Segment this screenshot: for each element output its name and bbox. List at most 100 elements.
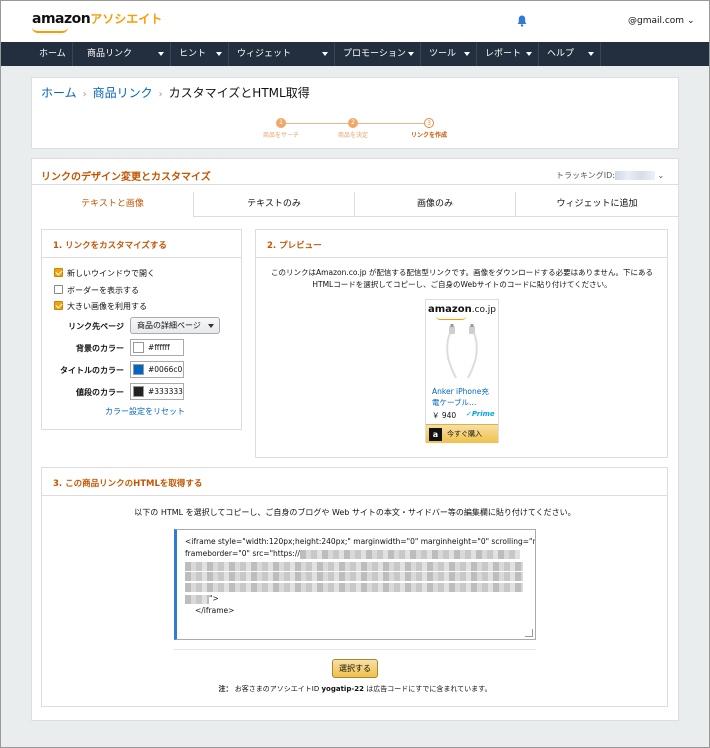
- code-line: frameborder="0" src="https://: [185, 548, 527, 560]
- chevron-right-icon: ›: [82, 89, 87, 100]
- prime-badge-icon: ✓Prime: [466, 410, 495, 418]
- product-cable-image[interactable]: [432, 324, 492, 382]
- step-3-label: リンクを作成: [410, 132, 447, 139]
- nav-item-home[interactable]: ホーム: [31, 42, 73, 66]
- nav-item-label: プロモーション: [343, 49, 406, 59]
- tab-text-only[interactable]: テキストのみ: [194, 192, 355, 217]
- code-line-text: ">: [209, 594, 219, 603]
- bg-color-field[interactable]: #ffffff: [130, 339, 184, 356]
- caret-down-icon: [216, 52, 222, 56]
- nav-item-reports[interactable]: レポート: [477, 42, 539, 66]
- step-2-label: 商品を決定: [337, 132, 368, 139]
- amazon-associates-logo[interactable]: amazonアソシエイト: [32, 10, 163, 33]
- show-border-checkbox[interactable]: [54, 285, 63, 294]
- bg-color-swatch[interactable]: [133, 342, 144, 353]
- associate-id-note: 注： お客さまのアソシエイトID yogatip-22 は広告コードにすでに含ま…: [41, 684, 669, 694]
- chevron-down-icon: ⌄: [654, 171, 665, 180]
- link-destination-select[interactable]: 商品の詳細ページ: [130, 317, 220, 334]
- main-nav: ホーム 商品リンク ヒント ウィジェット プロモーション ツール レポート ヘル…: [1, 42, 709, 66]
- bg-color-label: 背景のカラー: [76, 344, 124, 353]
- title-color-label: タイトルのカラー: [60, 366, 124, 375]
- code-redacted: [185, 561, 523, 571]
- card-price: ￥ 940: [432, 411, 457, 420]
- select-code-button[interactable]: 選択する: [332, 659, 378, 678]
- note-text: お客さまのアソシエイトID: [234, 685, 320, 693]
- card-logo-smile-icon: [436, 316, 466, 320]
- nav-item-label: 商品リンク: [87, 49, 133, 59]
- tab-add-to-widget[interactable]: ウィジェットに追加: [516, 192, 678, 217]
- tracking-id-label: トラッキングID:: [556, 171, 615, 180]
- card-logo-domain: .co.jp: [471, 305, 496, 315]
- chevron-right-icon: ›: [158, 89, 163, 100]
- preview-box-title: 2. プレビュー: [267, 241, 322, 251]
- design-section-title: リンクのデザイン変更とカスタマイズ: [41, 172, 211, 183]
- tracking-id-dropdown[interactable]: トラッキングID: ⌄: [556, 170, 664, 181]
- caret-down-icon: [464, 52, 470, 56]
- chevron-down-icon: ⌄: [684, 16, 695, 26]
- link-destination-value: 商品の詳細ページ: [137, 321, 201, 330]
- caret-down-icon: [408, 52, 414, 56]
- nav-item-widgets[interactable]: ウィジェット: [229, 42, 335, 66]
- resize-handle-icon[interactable]: [525, 629, 533, 637]
- customize-box-title: 1. リンクをカスタマイズする: [53, 241, 167, 251]
- html-code-textarea[interactable]: <iframe style="width:120px;height:240px;…: [174, 529, 536, 640]
- caret-down-icon: [588, 52, 594, 56]
- link-destination-label: リンク先ページ: [68, 322, 124, 331]
- large-image-label: 大きい画像を利用する: [67, 302, 147, 311]
- tab-image-only[interactable]: 画像のみ: [355, 192, 516, 217]
- divider: [174, 649, 536, 650]
- top-header: amazonアソシエイト @gmail.com ⌄: [1, 1, 709, 42]
- nav-item-label: ツール: [429, 49, 457, 59]
- code-redacted: [185, 594, 209, 604]
- title-color-value: #0066c0: [148, 365, 183, 374]
- open-new-window-label: 新しいウインドウで開く: [67, 269, 155, 278]
- open-new-window-checkbox[interactable]: [54, 268, 63, 277]
- nav-item-label: ヘルプ: [547, 49, 575, 59]
- page-title: カスタマイズとHTML取得: [168, 86, 310, 100]
- tab-text-and-image[interactable]: テキストと画像: [32, 192, 194, 217]
- nav-item-hints[interactable]: ヒント: [171, 42, 229, 66]
- product-link-preview-card[interactable]: amazon.co.jp Anker iPhone充電ケーブル... ￥ 940…: [425, 299, 499, 443]
- nav-item-label: ホーム: [39, 49, 66, 59]
- code-redacted: [299, 549, 520, 559]
- nav-item-product-links[interactable]: 商品リンク: [79, 42, 171, 66]
- buy-now-label: 今すぐ購入: [447, 430, 482, 438]
- reset-colors-link[interactable]: カラー設定をリセット: [105, 406, 185, 417]
- logo-brand: amazon: [32, 11, 91, 27]
- account-menu[interactable]: @gmail.com ⌄: [628, 16, 695, 26]
- preview-box-header: 2. プレビュー: [256, 230, 667, 258]
- price-color-swatch[interactable]: [133, 386, 144, 397]
- price-color-field[interactable]: #333333: [130, 383, 184, 400]
- caret-down-icon: [322, 52, 328, 56]
- card-logo-main: amazon: [428, 304, 472, 315]
- divider: [31, 184, 679, 185]
- html-box-title: 3. この商品リンクのHTMLを取得する: [53, 479, 203, 489]
- breadcrumb-product-links-link[interactable]: 商品リンク: [93, 86, 153, 100]
- caret-down-icon: [158, 52, 164, 56]
- breadcrumb-home-link[interactable]: ホーム: [41, 86, 77, 100]
- code-line-text: frameborder="0" src="https://: [185, 549, 300, 558]
- title-color-swatch[interactable]: [133, 364, 144, 375]
- nav-item-promotion[interactable]: プロモーション: [335, 42, 421, 66]
- step-3-dot: 3: [424, 118, 434, 128]
- amazon-a-icon: a: [429, 428, 442, 441]
- nav-item-help[interactable]: ヘルプ: [539, 42, 601, 66]
- html-intro-text: 以下の HTML を選択してコピーし、ご自身のブログや Web サイトの本文・サ…: [134, 508, 576, 517]
- nav-item-label: レポート: [485, 49, 522, 59]
- price-color-value: #333333: [148, 387, 183, 396]
- card-amazon-logo: amazon.co.jp: [426, 304, 498, 315]
- logo-suffix: アソシエイト: [90, 12, 163, 26]
- large-image-checkbox[interactable]: [54, 301, 63, 310]
- title-color-field[interactable]: #0066c0: [130, 361, 184, 378]
- code-redacted: [185, 572, 523, 581]
- note-associate-id: yogatip-22: [321, 685, 364, 693]
- notification-bell-icon[interactable]: [517, 15, 527, 27]
- nav-item-tools[interactable]: ツール: [421, 42, 477, 66]
- step-2-dot: 2: [348, 118, 358, 128]
- code-line: </iframe>: [195, 606, 235, 615]
- card-product-title[interactable]: Anker iPhone充電ケーブル...: [432, 386, 496, 408]
- buy-now-button[interactable]: a 今すぐ購入: [426, 424, 498, 443]
- tracking-id-value-redacted: [614, 171, 655, 180]
- breadcrumb: ホーム › 商品リンク › カスタマイズとHTML取得: [41, 84, 310, 101]
- preview-description: このリンクはAmazon.co.jp が配信する配信型リンクです。画像をダウンロ…: [271, 268, 653, 289]
